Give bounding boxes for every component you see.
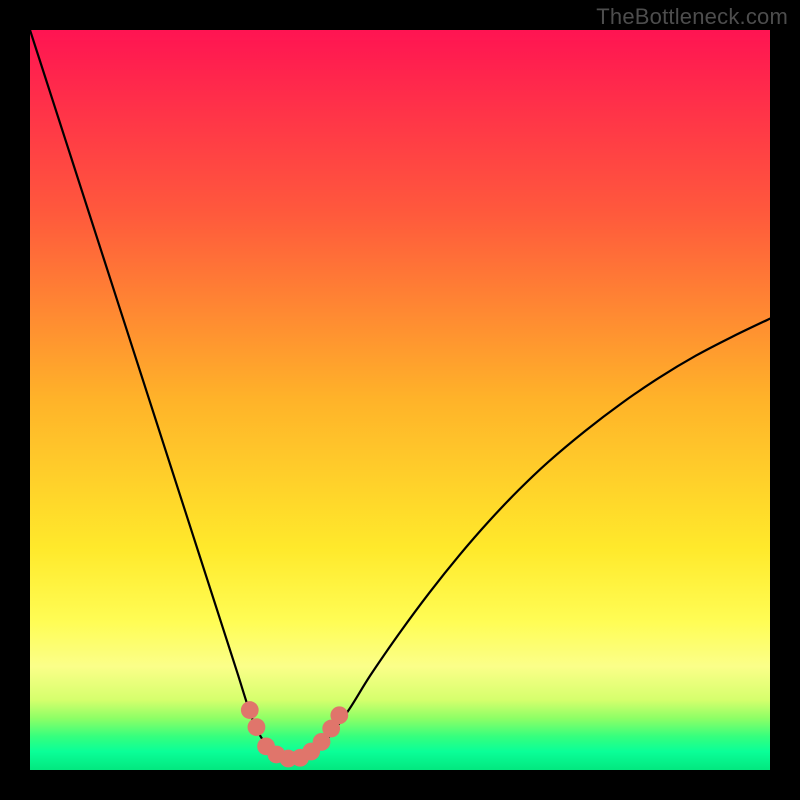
outer-frame: TheBottleneck.com (0, 0, 800, 800)
watermark-text: TheBottleneck.com (596, 4, 788, 30)
highlight-point (241, 701, 259, 719)
plot-area (30, 30, 770, 770)
gradient-background (30, 30, 770, 770)
highlight-point (248, 718, 266, 736)
chart-svg (30, 30, 770, 770)
highlight-point (330, 706, 348, 724)
